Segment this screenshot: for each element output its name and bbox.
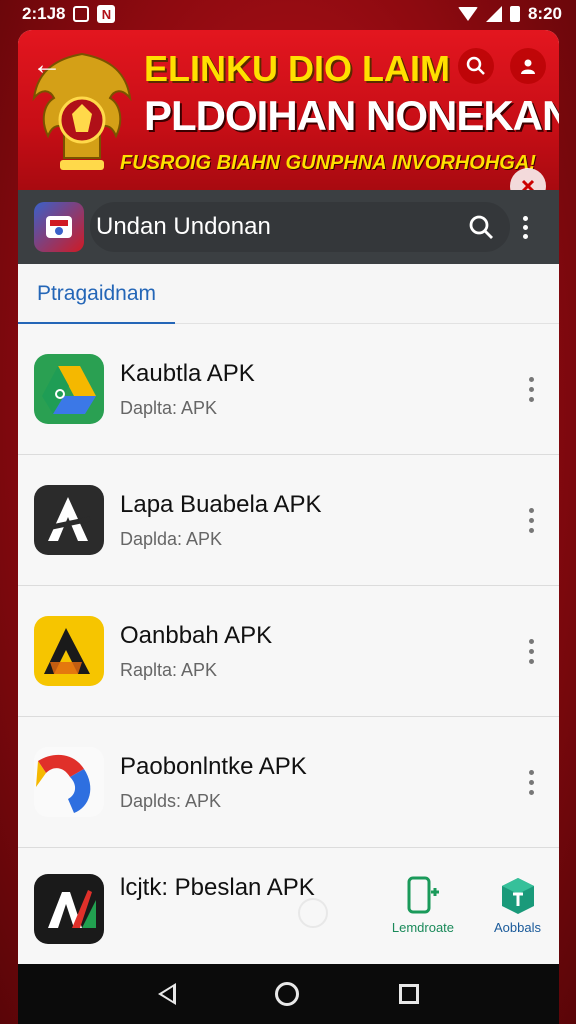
action-button[interactable]: Lemdroate	[392, 876, 454, 935]
status-bar: 2:1J8 N 8:20	[0, 0, 576, 28]
overflow-menu-icon[interactable]	[510, 215, 540, 239]
app-list: Kaubtla APK Daplta: APK Lapa Buabela APK…	[18, 324, 559, 964]
yellow-a-icon	[34, 616, 104, 686]
action-button[interactable]: Aobbals	[494, 876, 541, 935]
nav-home-icon[interactable]	[275, 982, 300, 1006]
app-name: Oanbbah APK	[120, 621, 273, 649]
banner-title-line1: ELINKU DIO LAIM	[144, 48, 450, 89]
list-item[interactable]: Kaubtla APK Daplta: APK	[18, 324, 559, 455]
app-name: Kaubtla APK	[120, 359, 255, 387]
item-menu-icon[interactable]	[521, 507, 541, 533]
drive-icon	[34, 354, 104, 424]
list-item[interactable]: lcjtk: Pbeslan APK Lemdroate Aobbals	[18, 848, 559, 964]
status-time-left: 2:1J8	[22, 4, 66, 23]
action-label: Aobbals	[494, 920, 541, 935]
list-item[interactable]: Oanbbah APK Raplta: APK	[18, 586, 559, 717]
profile-button[interactable]	[510, 48, 546, 84]
search-icon[interactable]	[468, 214, 494, 240]
nav-recents-icon[interactable]	[399, 984, 420, 1004]
nav-back-icon[interactable]	[157, 983, 176, 1005]
app-name: Lapa Buabela APK	[120, 490, 322, 518]
tab-active[interactable]: Ptragaidnam	[18, 264, 175, 325]
loading-spinner	[298, 898, 328, 928]
tab-bar: Ptragaidnam	[18, 264, 559, 325]
wifi-icon	[457, 7, 478, 21]
banner-title-line2: PLDOIHAN NONEKAN	[144, 92, 559, 139]
search-icon	[466, 56, 485, 75]
al-logo-icon	[34, 874, 104, 944]
notification-icon	[73, 6, 90, 22]
search-input[interactable]	[96, 213, 436, 241]
app-name: Paobonlntke APK	[120, 752, 307, 780]
item-menu-icon[interactable]	[521, 376, 541, 402]
back-arrow-icon[interactable]: ←	[32, 50, 62, 80]
banner-search-button[interactable]	[458, 48, 494, 84]
search-field[interactable]	[90, 202, 510, 252]
user-icon	[521, 59, 535, 74]
app-logo-icon[interactable]	[34, 202, 84, 252]
app-meta: Daplda: APK	[120, 528, 223, 549]
banner-subtitle: FUSROIG BIAHN GUNPHNA INVORHOHGA!	[120, 152, 536, 174]
list-item[interactable]: Lapa Buabela APK Daplda: APK	[18, 455, 559, 586]
app-meta: Daplta: APK	[120, 397, 218, 418]
n-app-icon: N	[97, 5, 116, 23]
item-menu-icon[interactable]	[521, 769, 541, 795]
app-meta: Daplds: APK	[120, 790, 222, 811]
shield-logo-icon	[46, 216, 72, 238]
search-toolbar	[18, 190, 559, 264]
ribbon-icon	[34, 747, 104, 817]
header-banner: ← ELINKU DIO LAIM PLDOIHAN NONEKAN FUSRO…	[18, 30, 559, 190]
app-window: ← ELINKU DIO LAIM PLDOIHAN NONEKAN FUSRO…	[18, 30, 559, 964]
item-menu-icon[interactable]	[521, 638, 541, 664]
signal-icon	[485, 6, 502, 22]
bottom-actions: Lemdroate Aobbals	[392, 876, 541, 935]
battery-icon	[509, 6, 520, 22]
a-logo-icon	[34, 485, 104, 555]
close-banner-button[interactable]	[510, 168, 546, 190]
app-meta: Raplta: APK	[120, 659, 218, 680]
list-item[interactable]: Paobonlntke APK Daplds: APK	[18, 717, 559, 848]
status-time-right: 8:20	[527, 4, 562, 23]
phone-plus-icon	[407, 876, 439, 914]
close-icon	[521, 179, 535, 190]
system-nav-bar	[18, 964, 559, 1024]
package-icon	[501, 878, 534, 914]
action-label: Lemdroate	[391, 920, 455, 935]
